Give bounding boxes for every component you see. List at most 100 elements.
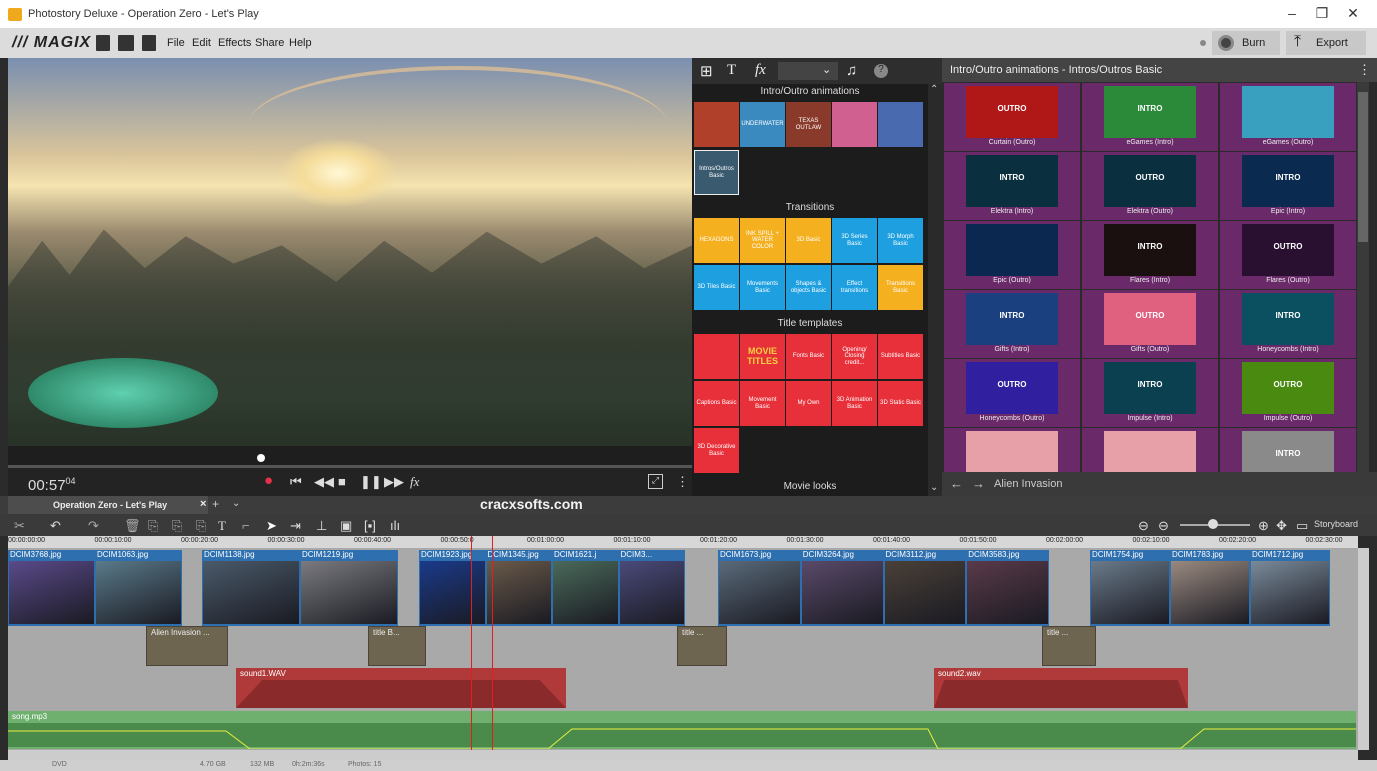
photo-clip[interactable]: DCIM1712.jpg — [1250, 550, 1330, 626]
animation-item[interactable]: INTRO Flares (Intro) — [1082, 221, 1218, 289]
animation-item[interactable]: OUTRO Honeycombs (Outro) — [944, 359, 1080, 427]
video-preview[interactable] — [8, 58, 692, 446]
tab-list-chevron-icon[interactable]: ⌄ — [232, 498, 240, 509]
fx-thumb-intro-4[interactable] — [832, 102, 877, 147]
photo-clip[interactable]: DCIM1783.jpg — [1170, 550, 1250, 626]
fx-thumb-intro[interactable] — [694, 102, 739, 147]
animation-item[interactable]: INTRO Impulse (Intro) — [1082, 359, 1218, 427]
fx-thumb-3d-decorative-basic[interactable]: 3D Decorative Basic — [694, 428, 739, 473]
storyboard-label[interactable]: Storyboard — [1314, 519, 1358, 529]
title-clip[interactable]: title ... — [1042, 626, 1096, 666]
fit-icon[interactable]: ✥ — [1276, 518, 1287, 534]
photo-clip[interactable]: DCIM1621.j — [552, 550, 619, 626]
zoom-out-full-icon[interactable]: ⊖ — [1138, 518, 1149, 534]
fx-thumb-captions-basic[interactable]: Captions Basic — [694, 381, 739, 426]
back-arrow-icon[interactable]: ← — [950, 476, 963, 491]
fx-scrollbar[interactable]: ⌃ ⌄ — [928, 84, 942, 496]
ripple-icon[interactable]: ⇥ — [290, 518, 301, 534]
animation-item[interactable]: INTRO eGames (Intro) — [1082, 83, 1218, 151]
fx-thumb-ink-spill[interactable]: INK SPILL + WATER COLOR — [740, 218, 785, 263]
fx-thumb-opening-closing[interactable]: Opening/ Closing credit... — [832, 334, 877, 379]
menu-file[interactable]: File — [167, 37, 185, 49]
timeline-vertical-scrollbar[interactable] — [1358, 548, 1369, 750]
burn-button[interactable]: Burn — [1212, 31, 1280, 55]
timeline-horizontal-scrollbar[interactable] — [8, 750, 1358, 760]
animation-item[interactable]: INTRO Gifts (Intro) — [944, 290, 1080, 358]
cut-icon[interactable]: ✂ — [14, 518, 25, 534]
status-format[interactable]: DVD — [52, 761, 67, 768]
music-icon[interactable]: ♫ — [846, 62, 857, 79]
photo-clip[interactable]: DCIM1923.jpg — [419, 550, 486, 626]
maximize-button[interactable]: ❐ — [1307, 5, 1337, 23]
record-button[interactable]: ● — [264, 472, 273, 489]
photo-clip[interactable]: DCIM1138.jpg — [202, 550, 300, 626]
animation-item[interactable]: INTRO Elektra (Intro) — [944, 152, 1080, 220]
pause-button[interactable]: ❚❚ — [360, 474, 382, 490]
fx-thumb-transitions-basic[interactable]: Transitions Basic — [878, 265, 923, 310]
grid-icon[interactable]: ⊞ — [700, 62, 713, 80]
fx-thumb-movement-basic[interactable]: Movement Basic — [740, 381, 785, 426]
more-menu-icon[interactable]: ⋮ — [1358, 62, 1371, 78]
menu-share[interactable]: Share — [255, 37, 284, 49]
fx-thumb-intro-5[interactable] — [878, 102, 923, 147]
fx-thumb-subtitles-basic[interactable]: Subtitles Basic — [878, 334, 923, 379]
help-icon[interactable]: ? — [874, 64, 888, 78]
animation-item[interactable]: eGames (Outro) — [1220, 83, 1356, 151]
zoom-slider-handle[interactable] — [1208, 519, 1218, 529]
close-button[interactable]: ✕ — [1338, 5, 1368, 23]
animation-scrollbar[interactable] — [1357, 82, 1369, 472]
animation-item[interactable]: OUTRO Elektra (Outro) — [1082, 152, 1218, 220]
fx-thumb-fonts-basic[interactable]: Fonts Basic — [786, 334, 831, 379]
color-dropdown[interactable]: ⌄ — [778, 62, 838, 80]
fx-thumb-shapes-objects-basic[interactable]: Shapes & objects Basic — [786, 265, 831, 310]
animation-item[interactable]: OUTRO Flares (Outro) — [1220, 221, 1356, 289]
skip-start-button[interactable]: ⏮ — [290, 474, 302, 490]
fx-button[interactable]: fx — [410, 474, 419, 490]
photo-clip[interactable]: DCIM3768.jpg — [8, 550, 95, 626]
zoom-in-icon[interactable]: ⊕ — [1258, 518, 1269, 534]
title-clip[interactable]: Alien Invasion ... — [146, 626, 228, 666]
animation-item[interactable]: Epic (Outro) — [944, 221, 1080, 289]
zoom-out-icon[interactable]: ⊖ — [1158, 518, 1169, 534]
photo-clip[interactable]: DCIM3112.jpg — [883, 550, 967, 626]
stop-button[interactable]: ■ — [338, 474, 346, 489]
fx-thumb-3d-static-basic[interactable]: 3D Static Basic — [878, 381, 923, 426]
photo-clip[interactable]: DCIM1219.jpg — [300, 550, 398, 626]
scrubber-handle[interactable] — [257, 454, 266, 462]
title-clip[interactable]: title ... — [677, 626, 727, 666]
text-icon[interactable]: T — [727, 62, 736, 79]
redo-icon[interactable]: ↷ — [88, 518, 99, 534]
title-tool-icon[interactable]: T — [218, 518, 226, 534]
scroll-up-icon[interactable]: ⌃ — [930, 84, 938, 95]
animation-item[interactable]: INTRO Honeycombs (Intro) — [1220, 290, 1356, 358]
fx-thumb-3d-morph-basic[interactable]: 3D Morph Basic — [878, 218, 923, 263]
pointer-icon[interactable]: ➤ — [266, 518, 277, 534]
audio-clip[interactable]: sound2.wav — [934, 668, 1188, 708]
add-tab-icon[interactable]: + — [212, 497, 219, 511]
storyboard-icon[interactable]: ▭ — [1296, 518, 1308, 534]
paste-special-icon[interactable]: ⎘ — [196, 518, 206, 534]
group-icon[interactable]: ▣ — [340, 518, 352, 534]
photo-clip[interactable]: DCIM1754.jpg — [1090, 550, 1170, 626]
close-tab-icon[interactable]: × — [200, 498, 206, 510]
photo-clip[interactable]: DCIM3... — [618, 550, 685, 626]
playhead[interactable] — [471, 536, 472, 750]
fx-thumb-3d-series-basic[interactable]: 3D Series Basic — [832, 218, 877, 263]
delete-icon[interactable]: 🗑 — [124, 518, 141, 534]
scroll-down-icon[interactable]: ⌄ — [930, 482, 938, 493]
fx-thumb-texas-outlaw[interactable]: TEXAS OUTLAW — [786, 102, 831, 147]
scrollbar-thumb[interactable] — [1358, 92, 1368, 242]
title-clip[interactable]: title B... — [368, 626, 426, 666]
export-button[interactable]: ⤒ Export — [1286, 31, 1366, 55]
animation-item[interactable]: OUTRO Curtain (Outro) — [944, 83, 1080, 151]
fx-thumb-3d-basic[interactable]: 3D Basic — [786, 218, 831, 263]
timeline-ruler[interactable]: 00:00:00:00 00:00:10:00 00:00:20:00 00:00:3… — [8, 536, 1358, 548]
fullscreen-icon[interactable]: ⤢ — [648, 474, 663, 489]
more-menu-icon[interactable]: ⋮ — [676, 474, 689, 490]
volume-curve[interactable] — [8, 721, 1356, 749]
fx-thumb-underwater[interactable]: UNDERWATER — [740, 102, 785, 147]
fx-thumb-intros-outros-basic[interactable]: Intros/Outros Basic — [694, 150, 739, 195]
photo-clip[interactable]: DCIM3583.jpg — [966, 550, 1049, 626]
photo-clip[interactable]: DCIM1673.jpg — [718, 550, 801, 626]
crop-icon[interactable]: ⌐ — [242, 518, 250, 533]
